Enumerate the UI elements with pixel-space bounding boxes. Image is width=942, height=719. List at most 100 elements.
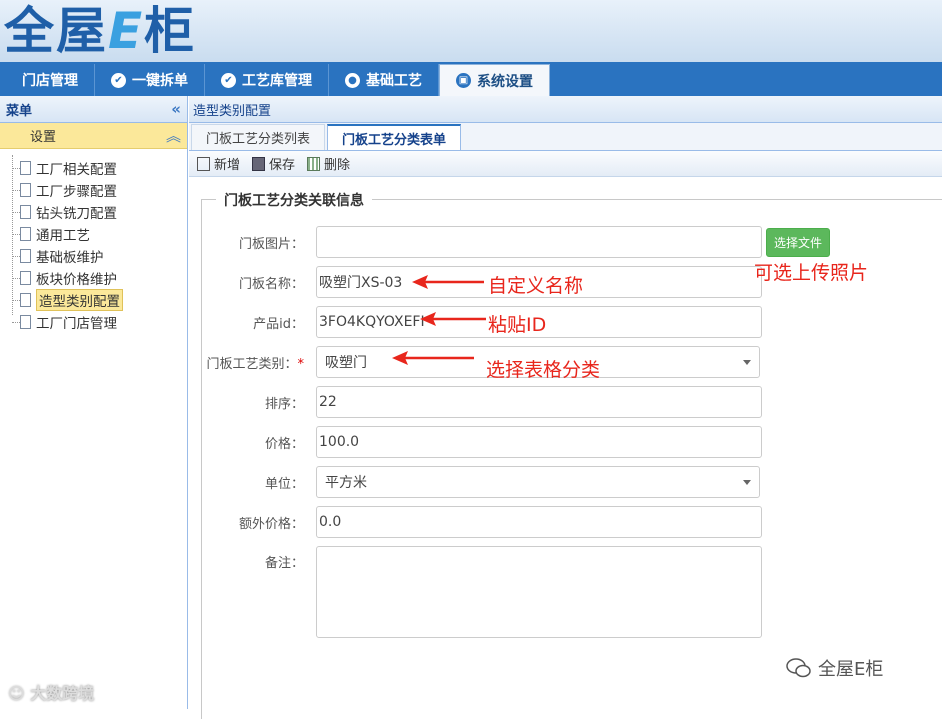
main-panel: 造型类别配置 门板工艺分类列表 门板工艺分类表单 新增 保存 删除 门板工艺分类… [189,96,942,719]
arrow-left-icon [412,275,484,289]
price-label: 价格： [264,436,304,452]
sort-label: 排序： [264,396,304,412]
watermark-right-text: 全屋E柜 [818,659,884,680]
double-chevron-left-icon[interactable]: « [171,100,181,118]
tab-category-form[interactable]: 门板工艺分类表单 [327,124,462,150]
annotation-upload: 可选上传照片 [754,262,869,284]
wechat-icon [786,658,811,678]
document-icon [20,161,31,175]
annotation-select-category: 选择表格分类 [486,359,601,381]
unit-label: 单位： [264,476,304,492]
logo-text-e: E [108,2,145,60]
sidebar: 菜单 « 设置 ︽ 工厂相关配置 工厂步骤配置 钻头铣刀配置 通用工艺 基础板维… [0,96,188,709]
document-icon [20,315,31,329]
category-label: 门板工艺类别：* [202,353,316,372]
trash-icon [307,156,321,171]
nav-tab-label: 基础工艺 [366,73,422,89]
nav-tab-basic-craft[interactable]: ● 基础工艺 [329,64,439,96]
check-icon: ✔ [111,72,126,88]
unit-row: 单位： 平方米 [202,466,760,498]
tab-category-list[interactable]: 门板工艺分类列表 [191,124,326,150]
sidebar-title: 菜单 [6,103,33,119]
sidebar-item-label: 板块价格维护 [36,272,117,288]
unit-select[interactable]: 平方米 [316,466,760,498]
monitor-icon: ▣ [456,73,471,88]
double-chevron-up-icon[interactable]: ︽ [166,125,181,146]
app-header: 全屋E柜 [0,0,942,62]
dropdown-caret-icon [743,359,751,365]
watermark-left-text: 大数跨境 [30,684,95,703]
nav-tab-label: 工艺库管理 [242,73,312,89]
annotation-paste-id: 粘贴ID [488,314,547,336]
nav-tab-system-settings[interactable]: ▣ 系统设置 [439,64,550,96]
remark-textarea[interactable] [316,546,762,638]
nav-tab-split-order[interactable]: ✔ 一键拆单 [95,64,205,96]
annotation-custom-name: 自定义名称 [488,275,584,297]
sort-input[interactable]: 22 [316,386,762,418]
save-label: 保存 [269,158,296,173]
sidebar-item-factory-steps[interactable]: 工厂步骤配置 [0,179,187,201]
price-input[interactable]: 100.0 [316,426,762,458]
extra-price-input[interactable]: 0.0 [316,506,762,538]
settings-tree: 工厂相关配置 工厂步骤配置 钻头铣刀配置 通用工艺 基础板维护 板块价格维护 造… [0,149,187,333]
delete-label: 删除 [324,158,351,173]
delete-button[interactable]: 删除 [307,154,350,173]
document-icon [20,205,31,219]
document-icon [20,227,31,241]
document-icon [20,183,31,197]
floppy-disk-icon [252,156,266,171]
nav-tab-label: 一键拆单 [132,73,188,89]
sidebar-item-shape-category[interactable]: 造型类别配置 [0,289,187,311]
check-icon: ✔ [221,72,236,88]
sidebar-item-factory-config[interactable]: 工厂相关配置 [0,157,187,179]
category-row: 门板工艺类别：* 吸塑门 [202,346,760,378]
breadcrumb-label: 造型类别配置 [193,103,272,119]
image-label: 门板图片： [238,236,304,252]
sidebar-header: 菜单 « [0,96,187,123]
extra-price-label: 额外价格： [238,516,304,532]
new-button[interactable]: 新增 [197,154,240,173]
watermark-right: 全屋E柜 [786,655,883,681]
nav-tab-store[interactable]: 门店管理 [0,64,95,96]
remark-label: 备注： [264,556,304,571]
logo: 全屋E柜 [4,2,196,60]
tab-label: 门板工艺分类表单 [342,132,447,148]
sidebar-item-board-price[interactable]: 板块价格维护 [0,267,187,289]
choose-file-button[interactable]: 选择文件 [766,227,831,257]
product-id-label: 产品id： [253,316,304,332]
remark-row: 备注： [202,546,762,638]
sidebar-item-label: 基础板维护 [36,250,104,266]
toolbar: 新增 保存 删除 [189,151,942,177]
record-icon: ● [345,72,360,88]
chat-bubble-icon: ☺ [8,684,25,703]
category-select-value: 吸塑门 [325,355,367,371]
price-row: 价格： 100.0 [202,426,762,458]
save-button[interactable]: 保存 [252,154,295,173]
nav-tab-label: 系统设置 [477,73,533,90]
breadcrumb: 造型类别配置 [189,96,942,123]
sidebar-section-settings[interactable]: 设置 ︽ [0,123,187,149]
image-field[interactable] [316,226,762,258]
logo-text-1: 全屋 [4,2,108,60]
sidebar-item-base-board[interactable]: 基础板维护 [0,245,187,267]
logo-text-2: 柜 [144,2,197,60]
sidebar-item-label: 造型类别配置 [36,289,123,311]
sidebar-item-general-craft[interactable]: 通用工艺 [0,223,187,245]
new-label: 新增 [214,158,241,173]
document-icon [20,249,31,263]
sidebar-item-factory-store[interactable]: 工厂门店管理 [0,311,187,333]
sort-row: 排序： 22 [202,386,762,418]
watermark-left: ☺ 大数跨境 [8,680,94,704]
sidebar-item-label: 通用工艺 [36,228,90,244]
document-icon [20,271,31,285]
category-label-text: 门板工艺类别： [206,356,298,372]
sidebar-item-drill-config[interactable]: 钻头铣刀配置 [0,201,187,223]
arrow-left-icon [392,351,474,365]
top-nav: 门店管理 ✔ 一键拆单 ✔ 工艺库管理 ● 基础工艺 ▣ 系统设置 [0,62,942,96]
extra-price-row: 额外价格： 0.0 [202,506,762,538]
image-row: 门板图片： 选择文件 [202,226,831,258]
required-marker: * [297,356,305,372]
nav-tab-craft-library[interactable]: ✔ 工艺库管理 [205,64,329,96]
sidebar-item-label: 钻头铣刀配置 [36,206,117,222]
sidebar-item-label: 工厂门店管理 [36,316,117,332]
